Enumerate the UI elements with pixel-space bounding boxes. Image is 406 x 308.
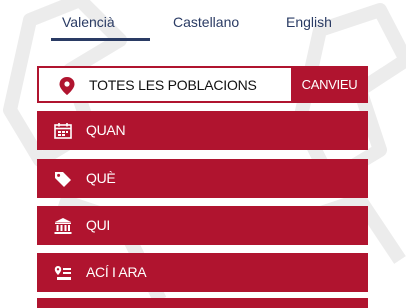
location-selector: TOTES LES POBLACIONS CANVIEU xyxy=(37,66,368,103)
menu-item-label: QUI xyxy=(86,217,110,233)
menu-item-label: QUÈ xyxy=(86,170,116,186)
institution-icon xyxy=(54,218,72,234)
map-pin-icon xyxy=(59,77,75,95)
calendar-icon xyxy=(54,123,72,139)
language-option-valencia[interactable]: Valencià xyxy=(62,14,115,30)
menu-item-label: QUAN xyxy=(86,122,126,138)
menu-item-que[interactable]: QUÈ xyxy=(37,159,368,198)
menu-item-quan[interactable]: QUAN xyxy=(37,111,368,150)
menu-item-aci-i-ara[interactable]: ACÍ I ARA xyxy=(37,253,368,292)
active-language-indicator xyxy=(51,38,150,41)
menu-item-partial[interactable] xyxy=(37,298,368,308)
language-option-english[interactable]: English xyxy=(286,14,332,30)
here-and-now-icon xyxy=(54,266,71,280)
language-option-castellano[interactable]: Castellano xyxy=(173,14,239,30)
change-location-button[interactable]: CANVIEU xyxy=(291,66,368,103)
menu-item-label: ACÍ I ARA xyxy=(86,264,147,280)
tag-icon xyxy=(55,172,71,187)
language-switcher: Valencià Castellano English xyxy=(0,0,406,44)
menu-item-qui[interactable]: QUI xyxy=(37,206,368,245)
selected-location-label: TOTES LES POBLACIONS xyxy=(89,77,257,93)
